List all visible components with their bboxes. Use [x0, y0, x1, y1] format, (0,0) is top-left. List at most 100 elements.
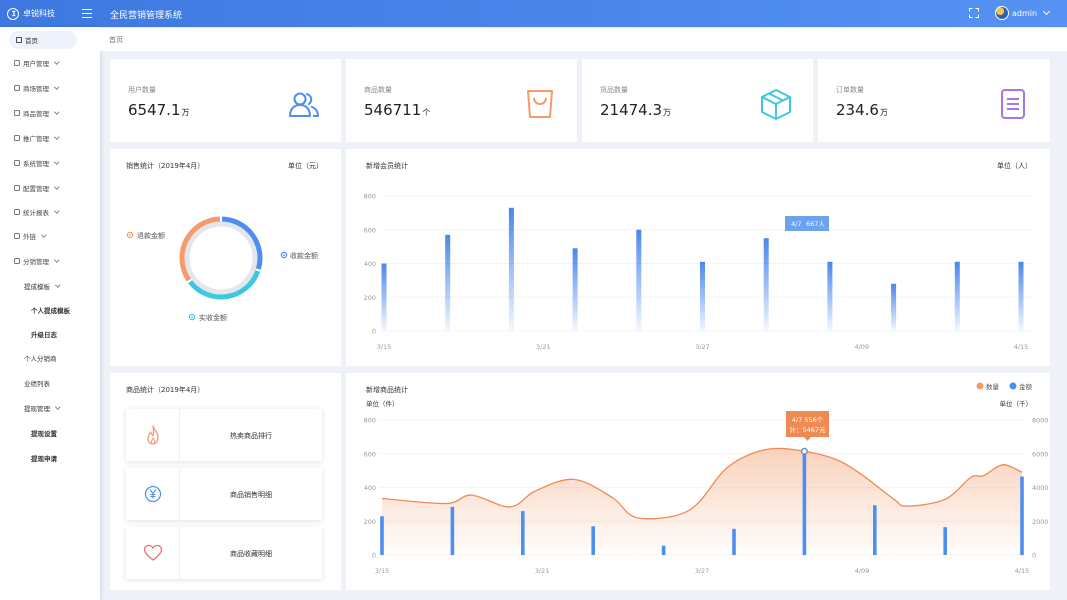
sidebar-item-personal-distributor[interactable]: 个人分销商 — [24, 348, 57, 368]
chevron-down-icon — [54, 184, 60, 190]
sidebar-item-label: 提现设置 — [31, 430, 57, 438]
legend-item-amount[interactable]: 金额 — [1009, 382, 1033, 391]
svg-text:计：5467元: 计：5467元 — [789, 425, 826, 434]
x-tick-label: 4/15 — [1014, 343, 1029, 351]
y-tick-label-right: 2000 — [1032, 518, 1049, 526]
product-sales-detail-card[interactable]: 商品销售明细 — [126, 468, 322, 520]
svg-text:实收金额: 实收金额 — [199, 313, 227, 322]
sales-card: 销售统计（2019年4月） 单位（元） 退款金额 收款金额 实收金额 — [110, 149, 341, 366]
sidebar-item-system-mgmt[interactable]: 系统管理 — [14, 153, 60, 173]
user-menu[interactable]: admin — [995, 6, 1051, 20]
bar-amount — [661, 545, 666, 555]
sidebar-item-user-mgmt[interactable]: 用户管理 — [14, 53, 60, 73]
stat-value: 21474.3万 — [600, 101, 672, 119]
stat-card-goods: 货品数量 21474.3万 — [582, 59, 813, 142]
bar-amount — [591, 526, 595, 555]
product-favorites-detail-card[interactable]: 商品收藏明细 — [126, 527, 322, 579]
menu-icon — [14, 185, 20, 191]
area-quantity — [382, 448, 1022, 555]
bar — [508, 207, 514, 331]
legend-item-actual[interactable]: 实收金额 — [188, 313, 227, 322]
sidebar-item-label: 配置管理 — [23, 185, 49, 193]
sidebar-item-label: 业绩列表 — [24, 380, 50, 388]
x-tick-label: 4/09 — [855, 567, 870, 575]
heart-icon — [143, 544, 162, 561]
sidebar-item-distribution-mgmt[interactable]: 分销管理 — [14, 251, 60, 271]
sidebar-item-external-link[interactable]: 外链 — [14, 226, 47, 246]
stat-value: 546711个 — [364, 101, 431, 119]
chevron-down-icon — [55, 404, 61, 410]
chevron-down-icon — [1043, 7, 1051, 16]
sidebar-item-label: 商场管理 — [23, 85, 49, 93]
svg-text:4/7 556个: 4/7 556个 — [792, 416, 824, 424]
bar-amount — [732, 528, 736, 555]
stat-label: 用户数量 — [128, 86, 156, 94]
menu-icon — [14, 209, 20, 215]
stat-label: 商品数量 — [364, 86, 392, 94]
sidebar-item-label: 提现管理 — [24, 405, 50, 413]
y-tick-label-left: 800 — [364, 417, 376, 425]
sidebar-item-performance-list[interactable]: 业绩列表 — [24, 373, 50, 393]
y-tick-label: 600 — [364, 226, 376, 234]
y-tick-label-right: 8000 — [1032, 417, 1049, 425]
card-title: 商品统计（2019年4月） — [126, 386, 205, 394]
legend-item-received[interactable]: 收款金额 — [280, 251, 318, 260]
bar — [636, 229, 642, 331]
sidebar-item-commission-template[interactable]: 提成模板 — [24, 276, 61, 296]
y-tick-label-left: 400 — [364, 484, 376, 492]
stat-card-orders: 订单数量 234.6万 — [818, 59, 1050, 142]
y-tick-label: 400 — [364, 260, 376, 268]
box-icon — [761, 89, 791, 120]
svg-text:退款金额: 退款金额 — [137, 231, 165, 240]
sidebar-item-personal-commission-template[interactable]: 个人提成模板 — [31, 300, 70, 320]
fullscreen-icon[interactable] — [969, 8, 979, 18]
stat-label: 货品数量 — [600, 86, 628, 94]
new-products-card: 新增商品统计 单位（件） 单位（千） 数量 金额 0 0 200 2000 400 400… — [346, 373, 1050, 590]
bar — [572, 248, 578, 331]
products-card: 商品统计（2019年4月） 热卖商品排行 商品销售明细 商品收藏明细 — [110, 373, 341, 590]
chevron-down-icon — [54, 84, 60, 90]
sidebar-item-withdraw-settings[interactable]: 提现设置 — [31, 423, 57, 443]
sidebar-item-mall-mgmt[interactable]: 商场管理 — [14, 78, 60, 98]
sidebar-item-label: 个人提成模板 — [31, 307, 70, 315]
chevron-down-icon — [54, 159, 60, 165]
svg-text:667人: 667人 — [806, 220, 825, 228]
menu-toggle-icon[interactable] — [82, 8, 92, 19]
highlight-point — [800, 447, 808, 455]
sidebar-item-product-mgmt[interactable]: 商品管理 — [14, 103, 60, 123]
sidebar-item-label: 首页 — [25, 37, 38, 45]
x-tick-label: 3/21 — [536, 343, 551, 351]
sidebar-item-stats-report[interactable]: 统计报表 — [14, 202, 60, 222]
legend-item-refund[interactable]: 退款金额 — [126, 231, 165, 240]
document-icon — [1001, 89, 1025, 119]
hot-products-ranking-card[interactable]: 热卖商品排行 — [126, 409, 322, 461]
users-icon — [289, 92, 319, 117]
y-tick-label-right: 0 — [1032, 552, 1036, 560]
sidebar-item-withdraw-apply[interactable]: 提现申请 — [31, 448, 57, 468]
legend-item-quantity[interactable]: 数量 — [976, 382, 1000, 391]
bar-amount — [450, 506, 455, 555]
breadcrumb-home[interactable]: 首页 — [109, 35, 123, 45]
system-title: 全民营销管理系统 — [110, 11, 183, 21]
shopping-bag-icon — [527, 90, 553, 118]
sidebar-item-label: 用户管理 — [23, 60, 49, 68]
sidebar: 首页用户管理商场管理商品管理推广管理系统管理配置管理统计报表外链分销管理提成模板… — [0, 27, 100, 600]
y-tick-label-right: 6000 — [1032, 450, 1049, 458]
sidebar-item-config-mgmt[interactable]: 配置管理 — [14, 178, 60, 198]
brand-name: 卓锐科技 — [23, 9, 55, 18]
y-tick-label-right: 4000 — [1032, 484, 1049, 492]
y-tick-label-left: 200 — [364, 518, 376, 526]
sidebar-item-promo-mgmt[interactable]: 推广管理 — [14, 128, 60, 148]
sidebar-item-upgrade-log[interactable]: 升级日志 — [31, 324, 57, 344]
menu-icon — [14, 60, 20, 66]
card-label: 商品销售明细 — [230, 491, 272, 499]
breadcrumb: 首页 — [100, 27, 1067, 51]
menu-icon — [14, 85, 20, 91]
x-tick-label: 4/15 — [1015, 567, 1030, 575]
sidebar-item-label: 外链 — [23, 233, 36, 241]
sidebar-item-withdraw-mgmt[interactable]: 提现管理 — [24, 398, 61, 418]
sidebar-item-home[interactable]: 首页 — [9, 31, 77, 49]
bar — [381, 263, 387, 331]
svg-text:4/7: 4/7 — [791, 220, 801, 228]
chevron-down-icon — [55, 282, 61, 288]
